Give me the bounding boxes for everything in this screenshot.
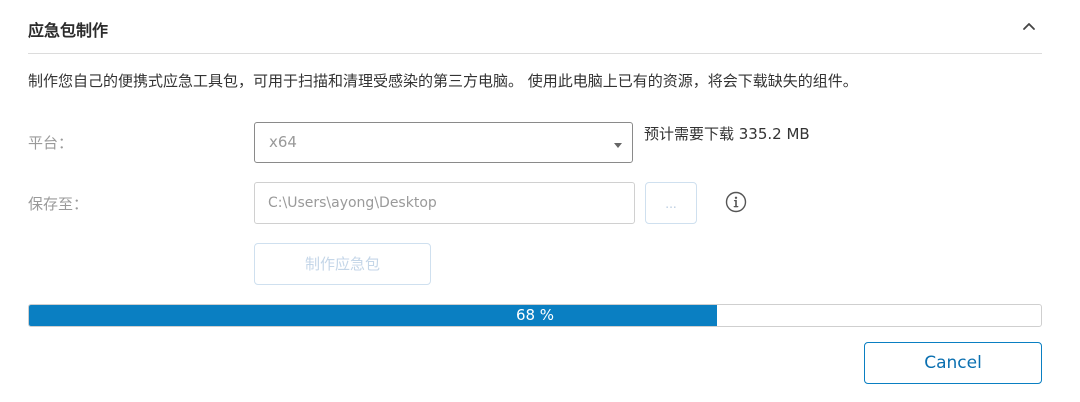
save-to-label: 保存至： <box>28 195 89 213</box>
rescue-kit-panel: 应急包制作 制作您自己的便携式应急工具包，可用于扫描和清理受感染的第三方电脑。 … <box>0 0 1080 402</box>
download-size-note: 预计需要下载 335.2 MB <box>644 125 810 143</box>
panel-header: 应急包制作 <box>28 0 1042 54</box>
progress-percent: 68 % <box>515 306 555 324</box>
platform-select-value: x64 <box>269 133 297 151</box>
info-icon[interactable] <box>725 191 747 213</box>
cancel-button[interactable]: Cancel <box>864 342 1042 384</box>
chevron-up-icon <box>1023 23 1035 30</box>
description-text: 制作您自己的便携式应急工具包，可用于扫描和清理受感染的第三方电脑。 使用此电脑上… <box>28 72 858 90</box>
platform-select[interactable]: x64 <box>254 122 633 163</box>
browse-button[interactable]: ... <box>645 182 697 224</box>
collapse-button[interactable] <box>1020 18 1038 36</box>
panel-title: 应急包制作 <box>28 21 109 40</box>
make-rescue-kit-button[interactable]: 制作应急包 <box>254 243 431 285</box>
platform-label: 平台： <box>28 134 74 152</box>
save-path-input[interactable] <box>254 182 635 224</box>
dropdown-arrow-icon <box>614 143 622 148</box>
progress-bar: 68 % <box>28 304 1042 327</box>
